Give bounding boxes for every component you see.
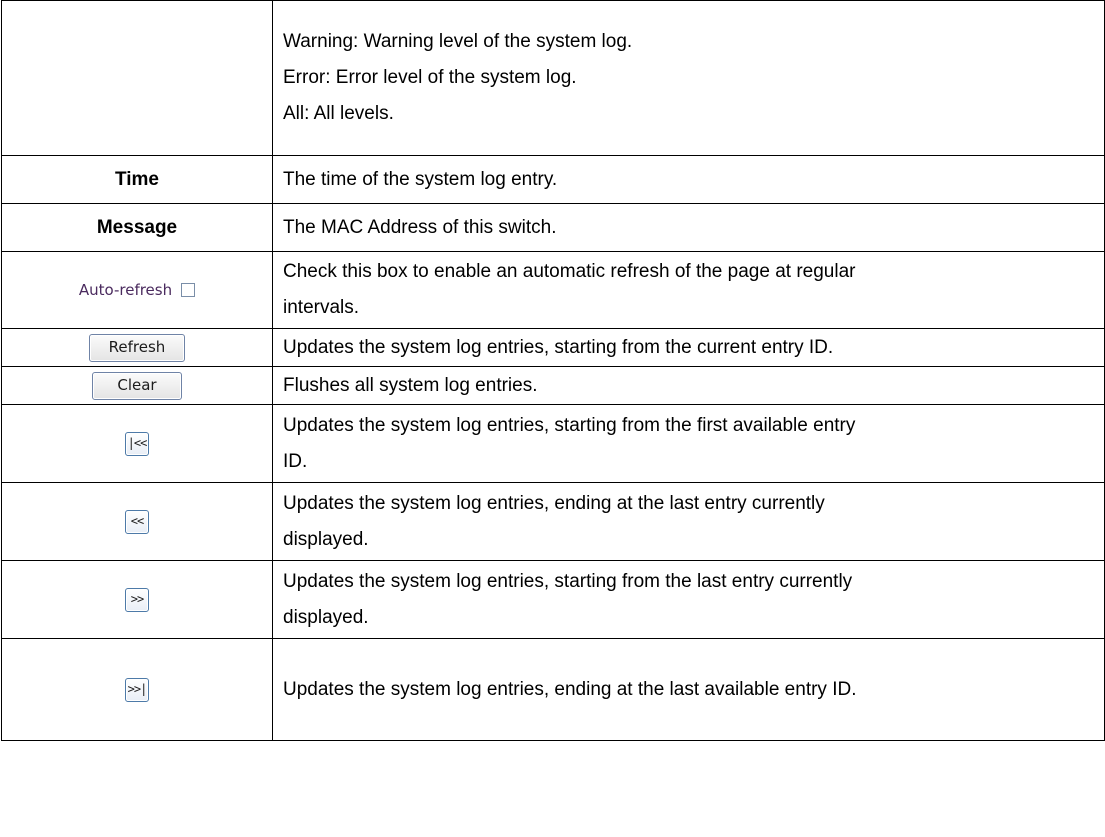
table-row: >>| Updates the system log entries, endi… [1,638,1105,741]
auto-refresh-desc-line: Check this box to enable an automatic re… [283,261,856,282]
next-page-button[interactable]: >> [125,588,149,612]
first-description: Updates the system log entries, starting… [272,404,1105,483]
prev-desc-line: displayed. [283,528,369,550]
first-page-button[interactable]: |<< [125,432,149,456]
table-row: Warning: Warning level of the system log… [1,0,1105,156]
level-error: Error: Error level of the system log. [283,67,577,88]
next-description: Updates the system log entries, starting… [272,560,1105,639]
table-row: << Updates the system log entries, endin… [1,482,1105,561]
level-cell [1,0,273,156]
clear-description: Flushes all system log entries. [272,366,1105,405]
auto-refresh-checkbox[interactable] [181,283,196,297]
table-row: Time The time of the system log entry. [1,155,1105,204]
first-desc-line: Updates the system log entries, starting… [283,414,856,436]
next-cell: >> [1,560,273,639]
table-row: Message The MAC Address of this switch. [1,203,1105,252]
auto-refresh-desc-line: intervals. [283,297,360,318]
time-term: Time [1,155,273,204]
table-row: >> Updates the system log entries, start… [1,560,1105,639]
refresh-button[interactable]: Refresh [89,333,185,362]
auto-refresh-control[interactable]: Auto-refresh [78,281,196,299]
prev-description: Updates the system log entries, ending a… [272,482,1105,561]
next-desc-line: displayed. [283,606,369,628]
level-all: All: All levels. [283,103,394,124]
auto-refresh-cell: Auto-refresh [1,251,273,329]
table-row: Auto-refresh Check this box to enable an… [1,251,1105,329]
auto-refresh-description: Check this box to enable an automatic re… [272,251,1105,329]
level-description: Warning: Warning level of the system log… [272,0,1105,156]
parameter-table: Warning: Warning level of the system log… [1,0,1105,741]
next-desc-line: Updates the system log entries, starting… [283,570,853,592]
time-description: The time of the system log entry. [272,155,1105,204]
refresh-description: Updates the system log entries, starting… [272,328,1105,367]
level-warning: Warning: Warning level of the system log… [283,31,633,52]
last-cell: >>| [1,638,273,741]
first-cell: |<< [1,404,273,483]
table-row: Clear Flushes all system log entries. [1,366,1105,405]
last-page-button[interactable]: >>| [125,678,149,702]
last-description: Updates the system log entries, ending a… [272,638,1105,741]
message-term: Message [1,203,273,252]
clear-cell: Clear [1,366,273,405]
refresh-cell: Refresh [1,328,273,367]
table-row: Refresh Updates the system log entries, … [1,328,1105,367]
message-description: The MAC Address of this switch. [272,203,1105,252]
auto-refresh-label: Auto-refresh [78,281,173,299]
prev-cell: << [1,482,273,561]
clear-button[interactable]: Clear [92,371,182,400]
table-row: |<< Updates the system log entries, star… [1,404,1105,483]
previous-page-button[interactable]: << [125,510,149,534]
first-desc-line: ID. [283,450,308,472]
prev-desc-line: Updates the system log entries, ending a… [283,492,825,514]
